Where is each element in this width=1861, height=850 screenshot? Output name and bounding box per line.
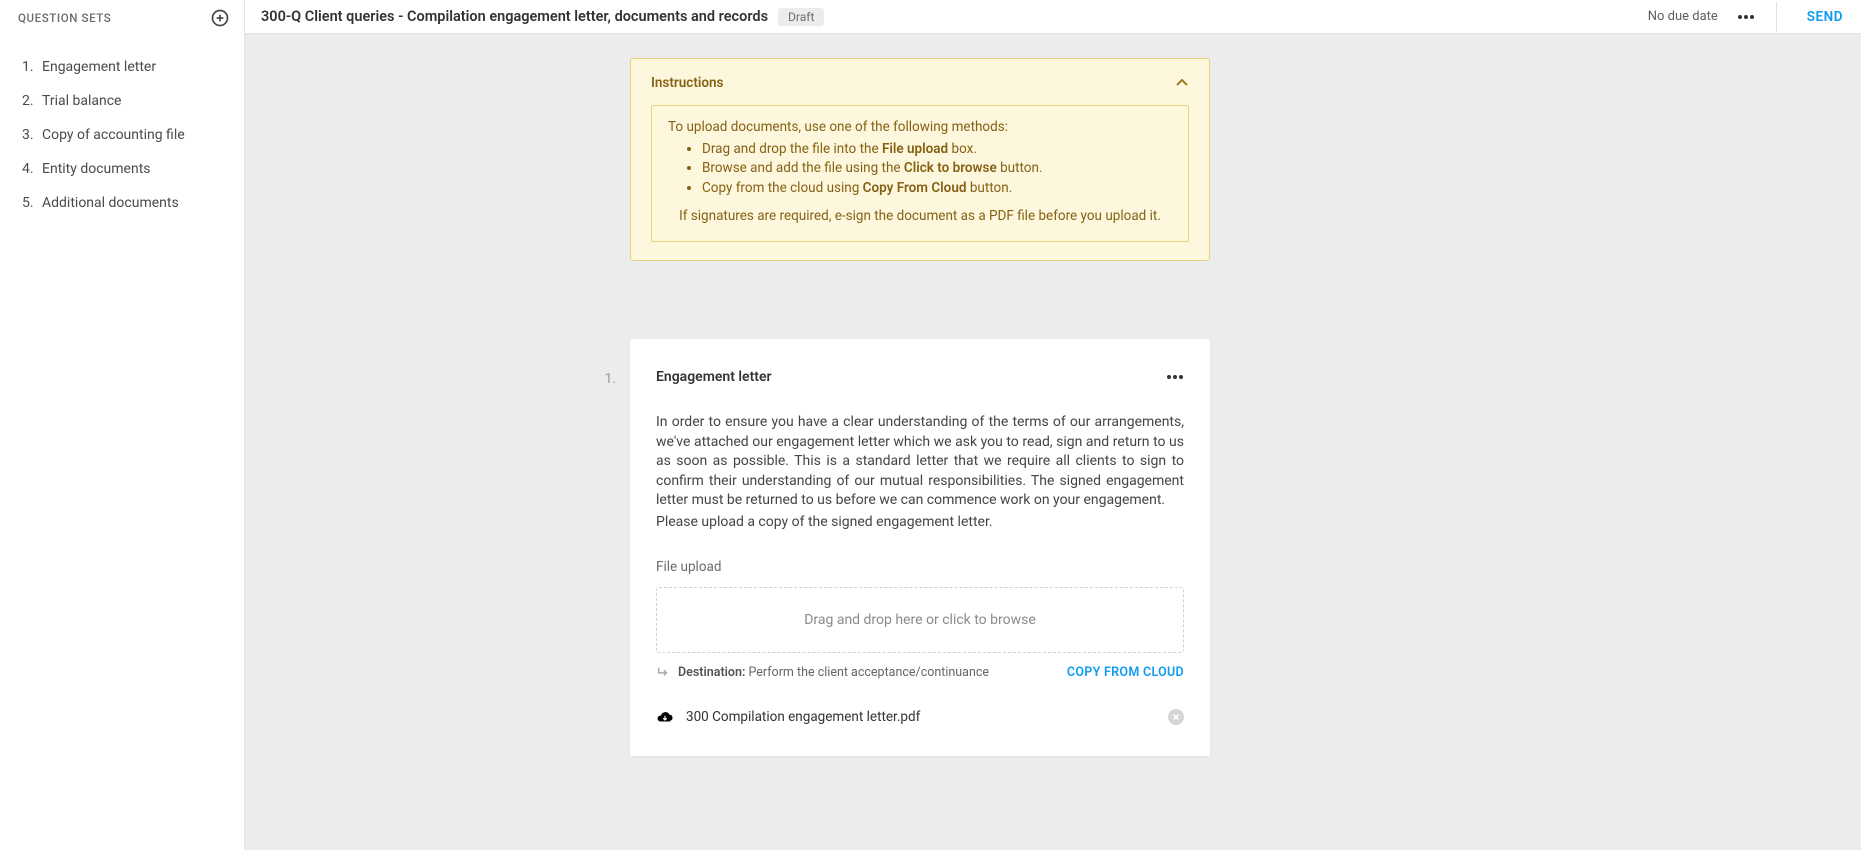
copy-from-cloud-button[interactable]: COPY FROM CLOUD (1067, 665, 1184, 680)
question-set-list: 1. Engagement letter 2. Trial balance 3.… (0, 38, 244, 220)
list-item-label: Trial balance (42, 93, 121, 109)
arrow-return-icon (656, 665, 670, 679)
attached-file-row: 300 Compilation engagement letter.pdf (656, 704, 1184, 730)
question-card: Engagement letter In order to ensure you… (630, 339, 1210, 756)
list-item-label: Copy of accounting file (42, 127, 185, 143)
sidebar-item-trial-balance[interactable]: 2. Trial balance (0, 84, 244, 118)
instructions-title: Instructions (651, 75, 724, 91)
attached-file-name[interactable]: 300 Compilation engagement letter.pdf (686, 709, 1168, 725)
list-item-label: Additional documents (42, 195, 179, 211)
destination-label: Destination: Perform the client acceptan… (678, 665, 989, 680)
cloud-download-icon[interactable] (656, 708, 674, 726)
send-button[interactable]: SEND (1807, 9, 1843, 25)
file-dropzone[interactable]: Drag and drop here or click to browse (656, 587, 1184, 653)
file-upload-label: File upload (656, 559, 1184, 575)
signature-note: If signatures are required, e-sign the d… (668, 207, 1172, 225)
question-header: Engagement letter (656, 369, 1184, 385)
question-more-button[interactable] (1166, 374, 1184, 380)
sidebar-title: QUESTION SETS (18, 11, 111, 25)
list-item-number: 1. (22, 59, 42, 75)
list-item-number: 2. (22, 93, 42, 109)
top-bar: 300-Q Client queries - Compilation engag… (245, 0, 1861, 34)
more-horizontal-icon (1166, 374, 1184, 380)
list-item-number: 4. (22, 161, 42, 177)
plus-circle-icon (210, 8, 230, 28)
sidebar: QUESTION SETS 1. Engagement letter 2. Tr… (0, 0, 244, 850)
chevron-up-icon (1175, 76, 1189, 90)
destination-row: Destination: Perform the client acceptan… (656, 665, 1184, 680)
sidebar-item-engagement-letter[interactable]: 1. Engagement letter (0, 50, 244, 84)
content-area: Instructions To upload documents, use on… (245, 34, 1861, 850)
instruction-item: Copy from the cloud using Copy From Clou… (702, 179, 1172, 197)
sidebar-header: QUESTION SETS (0, 8, 244, 38)
instructions-intro: To upload documents, use one of the foll… (668, 118, 1172, 136)
list-item-number: 5. (22, 195, 42, 211)
instructions-panel: Instructions To upload documents, use on… (630, 58, 1210, 261)
close-icon (1172, 713, 1180, 721)
more-options-button[interactable] (1736, 7, 1756, 27)
question-description: In order to ensure you have a clear unde… (656, 413, 1184, 533)
list-item-number: 3. (22, 127, 42, 143)
list-item-label: Entity documents (42, 161, 151, 177)
add-question-set-button[interactable] (210, 8, 230, 28)
instruction-item: Browse and add the file using the Click … (702, 159, 1172, 177)
instructions-toggle[interactable]: Instructions (651, 75, 1189, 91)
instruction-item: Drag and drop the file into the File upl… (702, 140, 1172, 158)
more-horizontal-icon (1737, 14, 1755, 20)
instructions-body: To upload documents, use one of the foll… (651, 105, 1189, 242)
list-item-label: Engagement letter (42, 59, 156, 75)
status-badge: Draft (778, 8, 824, 26)
question-number: 1. (600, 339, 630, 756)
document-title: 300-Q Client queries - Compilation engag… (261, 8, 768, 25)
sidebar-item-copy-accounting-file[interactable]: 3. Copy of accounting file (0, 118, 244, 152)
remove-file-button[interactable] (1168, 709, 1184, 725)
due-date[interactable]: No due date (1648, 9, 1718, 24)
divider (1776, 2, 1777, 32)
sidebar-item-entity-documents[interactable]: 4. Entity documents (0, 152, 244, 186)
question-title: Engagement letter (656, 369, 772, 385)
question-block: 1. Engagement letter In order to ensure … (630, 339, 1210, 756)
main-area: 300-Q Client queries - Compilation engag… (244, 0, 1861, 850)
sidebar-item-additional-documents[interactable]: 5. Additional documents (0, 186, 244, 220)
